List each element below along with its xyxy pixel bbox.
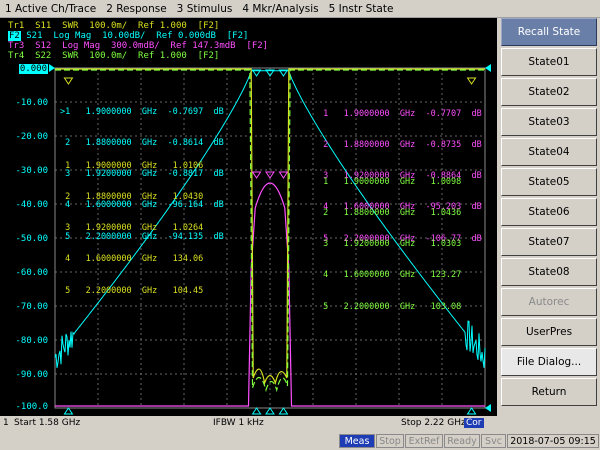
trace2-active-tag: F2 (8, 31, 21, 41)
marker-row: 3 1.9200000 GHz 1.0264 (60, 223, 204, 234)
marker-icon (63, 407, 74, 415)
stop-indicator: Stop (376, 434, 404, 448)
trace2-label: S21 Log Mag 10.00dB/ Ref 0.000dB [F2] (26, 31, 249, 41)
state08-button[interactable]: State08 (501, 258, 597, 286)
softkey-panel: Recall State State01 State02 State03 Sta… (499, 18, 600, 418)
y-tick: -10.00 (15, 98, 48, 108)
return-button[interactable]: Return (501, 378, 597, 406)
marker-table-s22: 1 1.9000000 GHz 1.0098 2 1.8800000 GHz 1… (318, 156, 461, 333)
marker-row: 2 1.8800000 GHz -0.8735 dB (318, 140, 482, 151)
state02-button[interactable]: State02 (501, 78, 597, 106)
marker-row: >1 1.9000000 GHz -0.7697 dB (60, 106, 224, 117)
menu-instr-state[interactable]: 5 Instr State (324, 3, 399, 15)
marker-row: 4 1.6000000 GHz 134.06 (60, 254, 204, 265)
trace3-header[interactable]: Tr3 S12 Log Mag 300.0mdB/ Ref 147.3mdB [… (8, 41, 268, 51)
autorec-button[interactable]: Autorec (501, 288, 597, 316)
marker-row: 4 1.6000000 GHz 123.27 (318, 270, 462, 281)
state03-button[interactable]: State03 (501, 108, 597, 136)
trace2-header[interactable]: F2 S21 Log Mag 10.00dB/ Ref 0.000dB [F2] (8, 31, 248, 41)
marker-row: 5 2.2000000 GHz 104.45 (60, 285, 204, 296)
y-ref-label: 0.000 (18, 64, 48, 74)
status-bar: Meas Stop ExtRef Ready Svc 2018-07-05 09… (0, 433, 600, 450)
marker-icon (278, 407, 289, 415)
y-tick: -80.00 (15, 336, 48, 346)
datetime-display: 2018-07-05 09:15 (507, 434, 599, 448)
meas-indicator: Meas (339, 434, 375, 448)
state07-button[interactable]: State07 (501, 228, 597, 256)
ifbw-value[interactable]: IFBW 1 kHz (213, 418, 264, 428)
trace4-header[interactable]: Tr4 S22 SWR 100.0m/ Ref 1.000 [F2] (8, 51, 219, 61)
marker-row: 1 1.9000000 GHz 1.0106 (60, 160, 204, 171)
state06-button[interactable]: State06 (501, 198, 597, 226)
channel-number: 1 (3, 418, 9, 428)
recall-state-header[interactable]: Recall State (501, 18, 597, 46)
y-tick: -50.00 (15, 234, 48, 244)
cor-indicator: Cor (464, 418, 484, 428)
file-dialog-button[interactable]: File Dialog... (501, 348, 597, 376)
state05-button[interactable]: State05 (501, 168, 597, 196)
marker-icon (251, 171, 262, 179)
marker-table-s11: 1 1.9000000 GHz 1.0106 2 1.8800000 GHz 1… (60, 140, 203, 317)
extref-indicator: ExtRef (405, 434, 443, 448)
menu-mkr-analysis[interactable]: 4 Mkr/Analysis (237, 3, 323, 15)
y-tick: -100.0 (15, 402, 48, 412)
marker-row: 1 1.9000000 GHz 1.0098 (318, 176, 462, 187)
marker-row: 2 1.8800000 GHz 1.0430 (60, 192, 204, 203)
marker-row: 3 1.9200000 GHz 1.0303 (318, 239, 462, 250)
marker-icon (466, 77, 477, 85)
ref-arrow-right-icon (485, 404, 491, 412)
marker-icon (466, 407, 477, 415)
state01-button[interactable]: State01 (501, 48, 597, 76)
menu-stimulus[interactable]: 3 Stimulus (172, 3, 238, 15)
y-tick: -60.00 (15, 268, 48, 278)
start-frequency[interactable]: Start 1.58 GHz (14, 418, 80, 428)
y-tick: -70.00 (15, 302, 48, 312)
y-tick: -20.00 (15, 132, 48, 142)
y-tick: -90.00 (15, 370, 48, 380)
y-tick: -30.00 (15, 166, 48, 176)
menu-response[interactable]: 2 Response (101, 3, 171, 15)
userpres-button[interactable]: UserPres (501, 318, 597, 346)
marker-row: 2 1.8800000 GHz 1.0436 (318, 208, 462, 219)
trace1-header[interactable]: Tr1 S11 SWR 100.0m/ Ref 1.000 [F2] (8, 21, 219, 31)
channel-bar: 1 Start 1.58 GHz IFBW 1 kHz Stop 2.22 GH… (0, 418, 497, 431)
stop-frequency[interactable]: Stop 2.22 GHz (401, 418, 466, 428)
marker-icon (278, 171, 289, 179)
marker-icon (63, 77, 74, 85)
measurement-plot[interactable]: Tr1 S11 SWR 100.0m/ Ref 1.000 [F2] F2 S2… (0, 18, 497, 416)
ready-indicator: Ready (444, 434, 480, 448)
state04-button[interactable]: State04 (501, 138, 597, 166)
marker-row: 1 1.9000000 GHz -0.7707 dB (318, 108, 482, 119)
marker-icon (251, 407, 262, 415)
y-tick: -40.00 (15, 200, 48, 210)
marker-icon (265, 407, 275, 415)
marker-row: 5 2.2000000 GHz 103.08 (318, 301, 462, 312)
svc-indicator: Svc (481, 434, 506, 448)
ref-arrow-right-icon (485, 64, 491, 72)
menu-bar: 1 Active Ch/Trace 2 Response 3 Stimulus … (0, 0, 600, 18)
ref-arrow-left-icon (49, 64, 55, 72)
menu-active-ch-trace[interactable]: 1 Active Ch/Trace (0, 3, 101, 15)
